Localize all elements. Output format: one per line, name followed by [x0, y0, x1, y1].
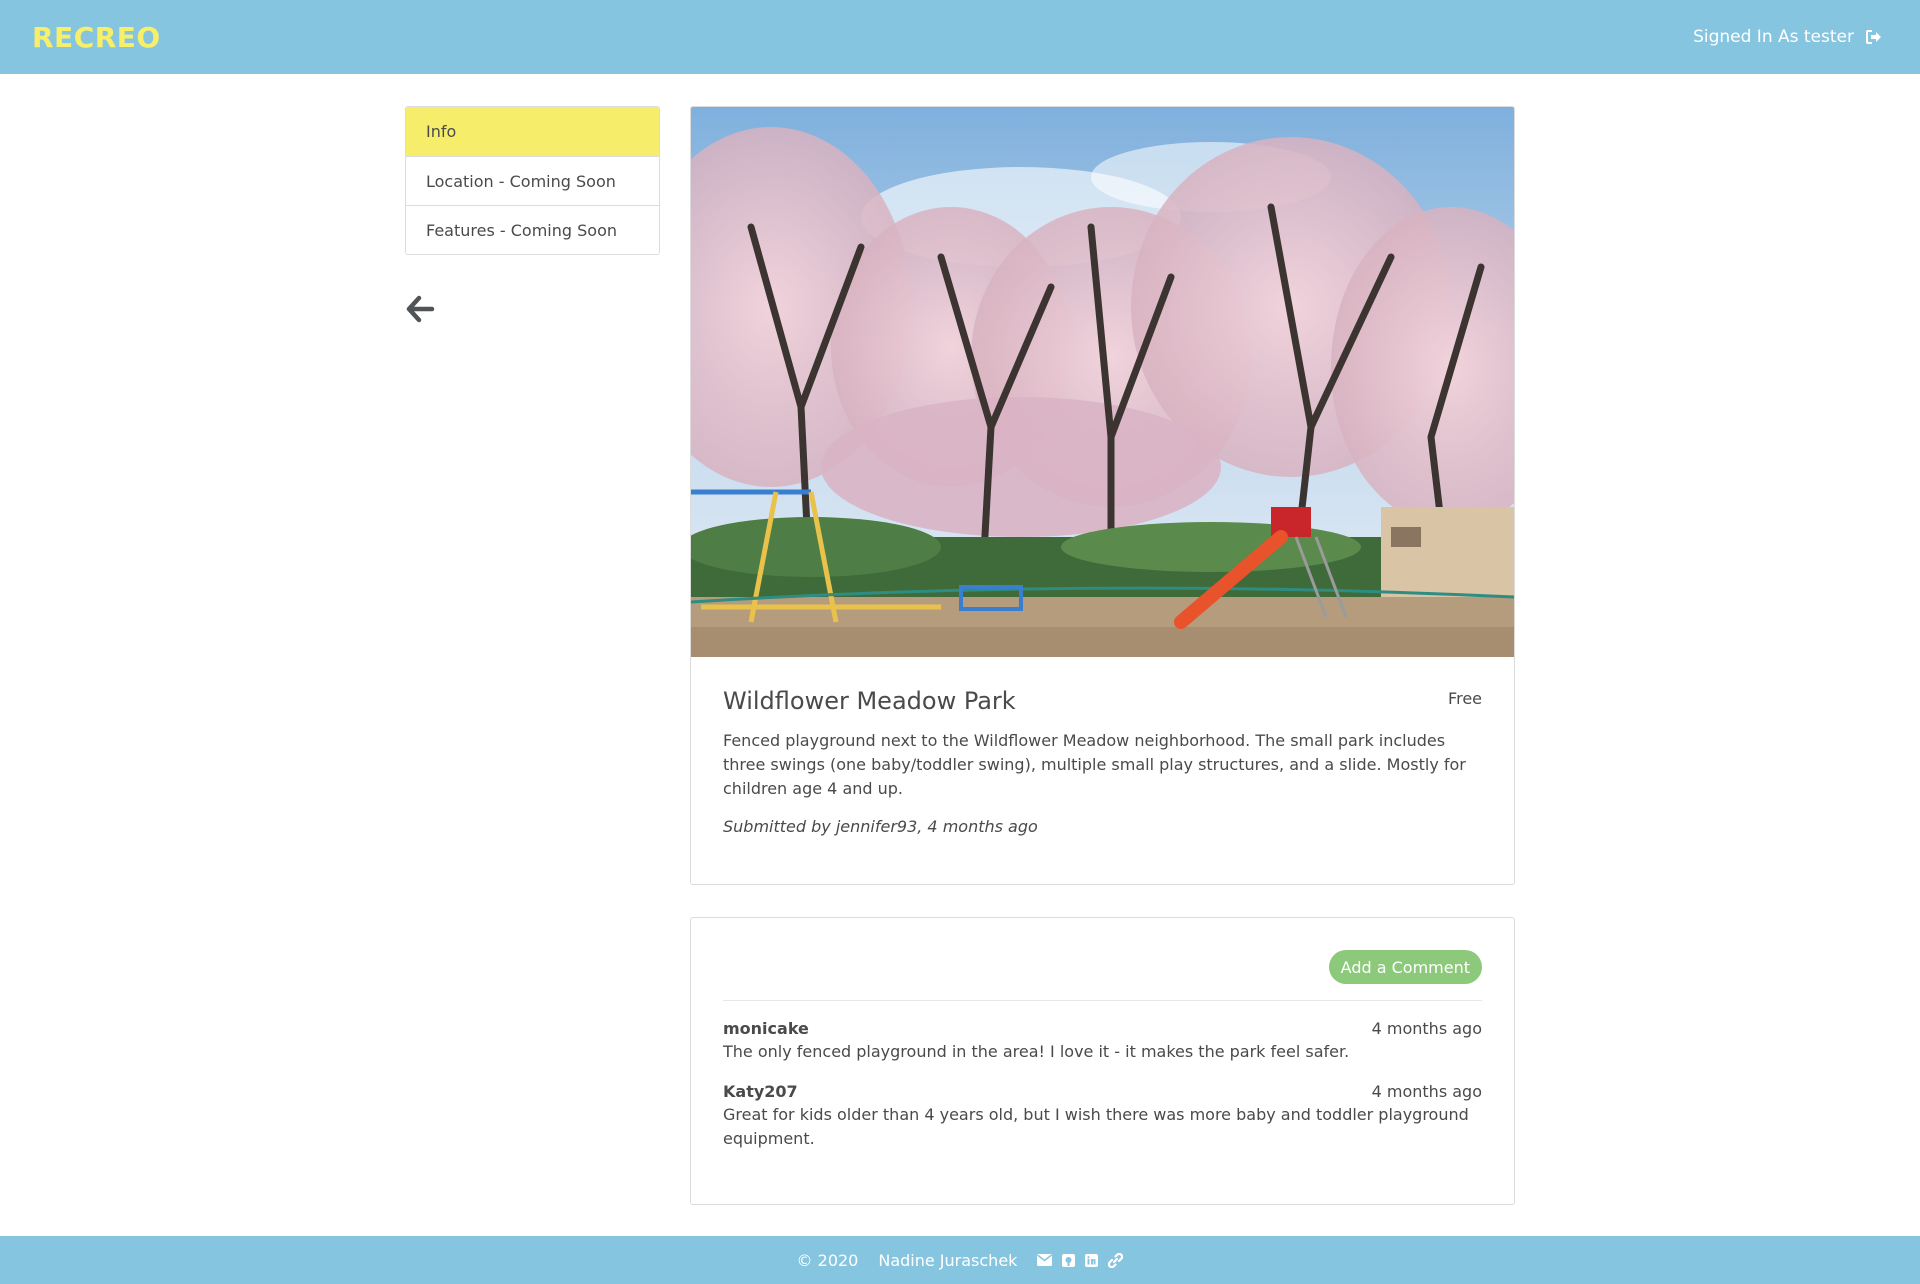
- comment-text: Great for kids older than 4 years old, b…: [723, 1105, 1469, 1148]
- submitted-by: Submitted by jennifer93, 4 months ago: [723, 817, 1038, 836]
- comment-header: monicake 4 months ago: [723, 1019, 1482, 1038]
- price-label: Free: [1448, 689, 1482, 708]
- sidebar-menu: Info Location - Coming Soon Features - C…: [405, 106, 660, 255]
- comment-item: Katy207 4 months ago Great for kids olde…: [723, 1082, 1482, 1151]
- brand-logo[interactable]: RECREO: [32, 21, 161, 54]
- social-links: [1037, 1252, 1124, 1268]
- sidebar-item-location[interactable]: Location - Coming Soon: [406, 156, 659, 205]
- comments-header: Add a Comment: [723, 950, 1482, 1001]
- footer-author: Nadine Juraschek: [878, 1250, 1018, 1270]
- sidebar-item-label: Location - Coming Soon: [426, 171, 616, 191]
- comment-timestamp: 4 months ago: [1371, 1082, 1482, 1101]
- footer: © 2020 Nadine Juraschek: [0, 1236, 1920, 1284]
- link-icon[interactable]: [1108, 1252, 1124, 1268]
- park-card: Wildflower Meadow Park Free Fenced playg…: [690, 106, 1515, 885]
- comment-timestamp: 4 months ago: [1371, 1019, 1482, 1038]
- sidebar-item-label: Info: [426, 122, 457, 141]
- linkedin-icon[interactable]: [1085, 1253, 1099, 1267]
- comment-header: Katy207 4 months ago: [723, 1082, 1482, 1101]
- sidebar: Info Location - Coming Soon Features - C…: [405, 106, 660, 323]
- user-status: Signed In As tester: [1693, 27, 1882, 47]
- comment-item: monicake 4 months ago The only fenced pl…: [723, 1019, 1482, 1064]
- comment-author: Katy207: [723, 1082, 798, 1101]
- park-photo: [691, 107, 1514, 657]
- park-title: Wildflower Meadow Park: [723, 687, 1016, 715]
- comments-card: Add a Comment monicake 4 months ago The …: [690, 917, 1515, 1205]
- sidebar-item-label: Features - Coming Soon: [426, 220, 617, 240]
- comment-author: monicake: [723, 1019, 809, 1038]
- top-navbar: RECREO Signed In As tester: [0, 0, 1920, 74]
- sign-out-icon[interactable]: [1866, 30, 1882, 44]
- github-icon[interactable]: [1062, 1253, 1076, 1267]
- sidebar-item-info[interactable]: Info: [406, 107, 659, 156]
- park-description: Fenced playground next to the Wildflower…: [723, 731, 1466, 798]
- add-comment-button[interactable]: Add a Comment: [1328, 950, 1482, 984]
- comment-text: The only fenced playground in the area! …: [723, 1042, 1350, 1061]
- copyright: © 2020: [796, 1250, 859, 1270]
- arrow-left-icon[interactable]: [405, 294, 437, 326]
- park-details: Wildflower Meadow Park Free Fenced playg…: [691, 657, 1514, 866]
- signed-in-label: Signed In As tester: [1693, 27, 1854, 47]
- envelope-icon[interactable]: [1037, 1254, 1053, 1266]
- sidebar-item-features[interactable]: Features - Coming Soon: [406, 205, 659, 254]
